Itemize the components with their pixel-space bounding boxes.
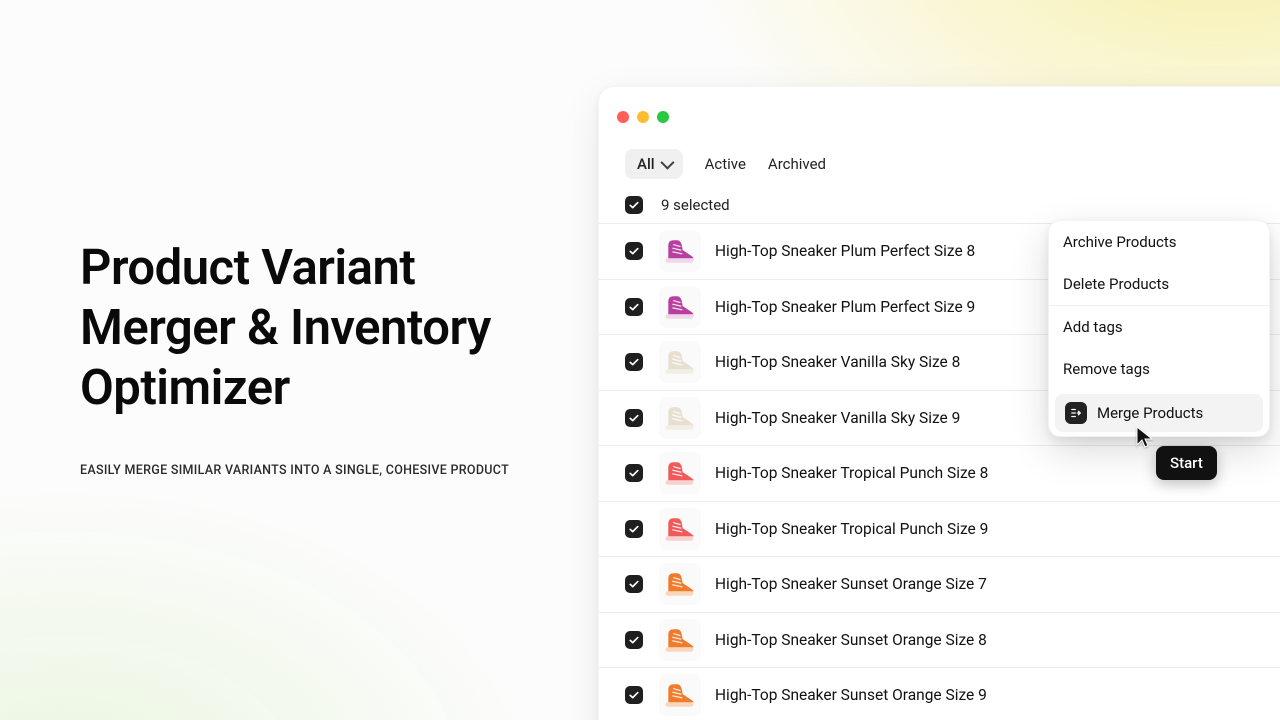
row-checkbox[interactable]	[625, 298, 643, 316]
merge-icon	[1065, 402, 1087, 424]
table-row[interactable]: High-Top Sneaker Sunset Orange Size 7Hig…	[599, 557, 1280, 613]
row-checkbox[interactable]	[625, 242, 643, 260]
tab-archived[interactable]: Archived	[768, 155, 826, 173]
tab-active[interactable]: Active	[705, 155, 746, 173]
row-checkbox[interactable]	[625, 631, 643, 649]
select-all-checkbox[interactable]	[625, 196, 643, 214]
product-name: High-Top Sneaker Plum Perfect Size 8	[715, 242, 975, 260]
check-icon	[628, 578, 640, 590]
chevron-down-icon	[660, 156, 674, 170]
product-thumbnail	[659, 452, 701, 494]
sneaker-icon	[662, 566, 698, 602]
marketing-panel: Product Variant Merger & Inventory Optim…	[80, 238, 560, 478]
product-thumbnail	[659, 508, 701, 550]
tab-all-label: All	[637, 155, 655, 173]
sneaker-icon	[662, 400, 698, 436]
check-icon	[628, 467, 640, 479]
selection-count-label: 9 selected	[661, 196, 730, 214]
check-icon	[628, 301, 640, 313]
product-name: High-Top Sneaker Sunset Orange Size 7	[715, 575, 987, 593]
product-name: High-Top Sneaker Plum Perfect Size 9	[715, 298, 975, 316]
check-icon	[628, 199, 640, 211]
table-row[interactable]: High-Top Sneaker Tropical Punch Size 9Hi…	[599, 502, 1280, 558]
sneaker-icon	[662, 677, 698, 713]
sneaker-icon	[662, 233, 698, 269]
page-subtitle: EASILY MERGE SIMILAR VARIANTS INTO A SIN…	[80, 463, 560, 478]
row-checkbox[interactable]	[625, 353, 643, 371]
sneaker-icon	[662, 511, 698, 547]
check-icon	[628, 356, 640, 368]
sneaker-icon	[662, 455, 698, 491]
product-name: High-Top Sneaker Vanilla Sky Size 8	[715, 353, 960, 371]
product-name: High-Top Sneaker Vanilla Sky Size 9	[715, 409, 960, 427]
product-name: High-Top Sneaker Sunset Orange Size 9	[715, 686, 987, 704]
menu-item-remove-tags[interactable]: Remove tags	[1049, 348, 1269, 390]
maximize-window-button[interactable]	[657, 111, 669, 123]
product-thumbnail	[659, 286, 701, 328]
check-icon	[628, 245, 640, 257]
tab-all[interactable]: All	[625, 149, 683, 179]
row-checkbox[interactable]	[625, 686, 643, 704]
product-name: High-Top Sneaker Tropical Punch Size 8	[715, 464, 988, 482]
minimize-window-button[interactable]	[637, 111, 649, 123]
product-thumbnail	[659, 230, 701, 272]
menu-item-add-tags[interactable]: Add tags	[1049, 306, 1269, 348]
product-thumbnail	[659, 674, 701, 716]
check-icon	[628, 412, 640, 424]
check-icon	[628, 689, 640, 701]
check-icon	[628, 634, 640, 646]
product-name: High-Top Sneaker Tropical Punch Size 9	[715, 520, 988, 538]
sneaker-icon	[662, 344, 698, 380]
row-checkbox[interactable]	[625, 575, 643, 593]
menu-item-delete[interactable]: Delete Products	[1049, 263, 1269, 305]
menu-item-archive[interactable]: Archive Products	[1049, 221, 1269, 263]
sneaker-icon	[662, 289, 698, 325]
row-checkbox[interactable]	[625, 520, 643, 538]
product-thumbnail	[659, 397, 701, 439]
check-icon	[628, 523, 640, 535]
product-thumbnail	[659, 341, 701, 383]
table-row[interactable]: High-Top Sneaker Sunset Orange Size 8Hig…	[599, 613, 1280, 669]
product-thumbnail	[659, 619, 701, 661]
close-window-button[interactable]	[617, 111, 629, 123]
table-row[interactable]: High-Top Sneaker Sunset Orange Size 9Hig…	[599, 668, 1280, 720]
start-tooltip: Start	[1156, 446, 1217, 480]
sneaker-icon	[662, 622, 698, 658]
product-thumbnail	[659, 563, 701, 605]
row-checkbox[interactable]	[625, 464, 643, 482]
bulk-actions-menu: Archive Products Delete Products Add tag…	[1048, 220, 1270, 437]
window-controls	[617, 111, 669, 123]
row-checkbox[interactable]	[625, 409, 643, 427]
page-title: Product Variant Merger & Inventory Optim…	[80, 238, 560, 417]
filter-tabs: All Active Archived	[625, 149, 826, 179]
selection-bar: 9 selected	[599, 187, 1280, 223]
menu-item-merge-products[interactable]: Merge Products	[1055, 394, 1263, 432]
product-name: High-Top Sneaker Sunset Orange Size 8	[715, 631, 987, 649]
menu-item-merge-label: Merge Products	[1097, 404, 1203, 422]
